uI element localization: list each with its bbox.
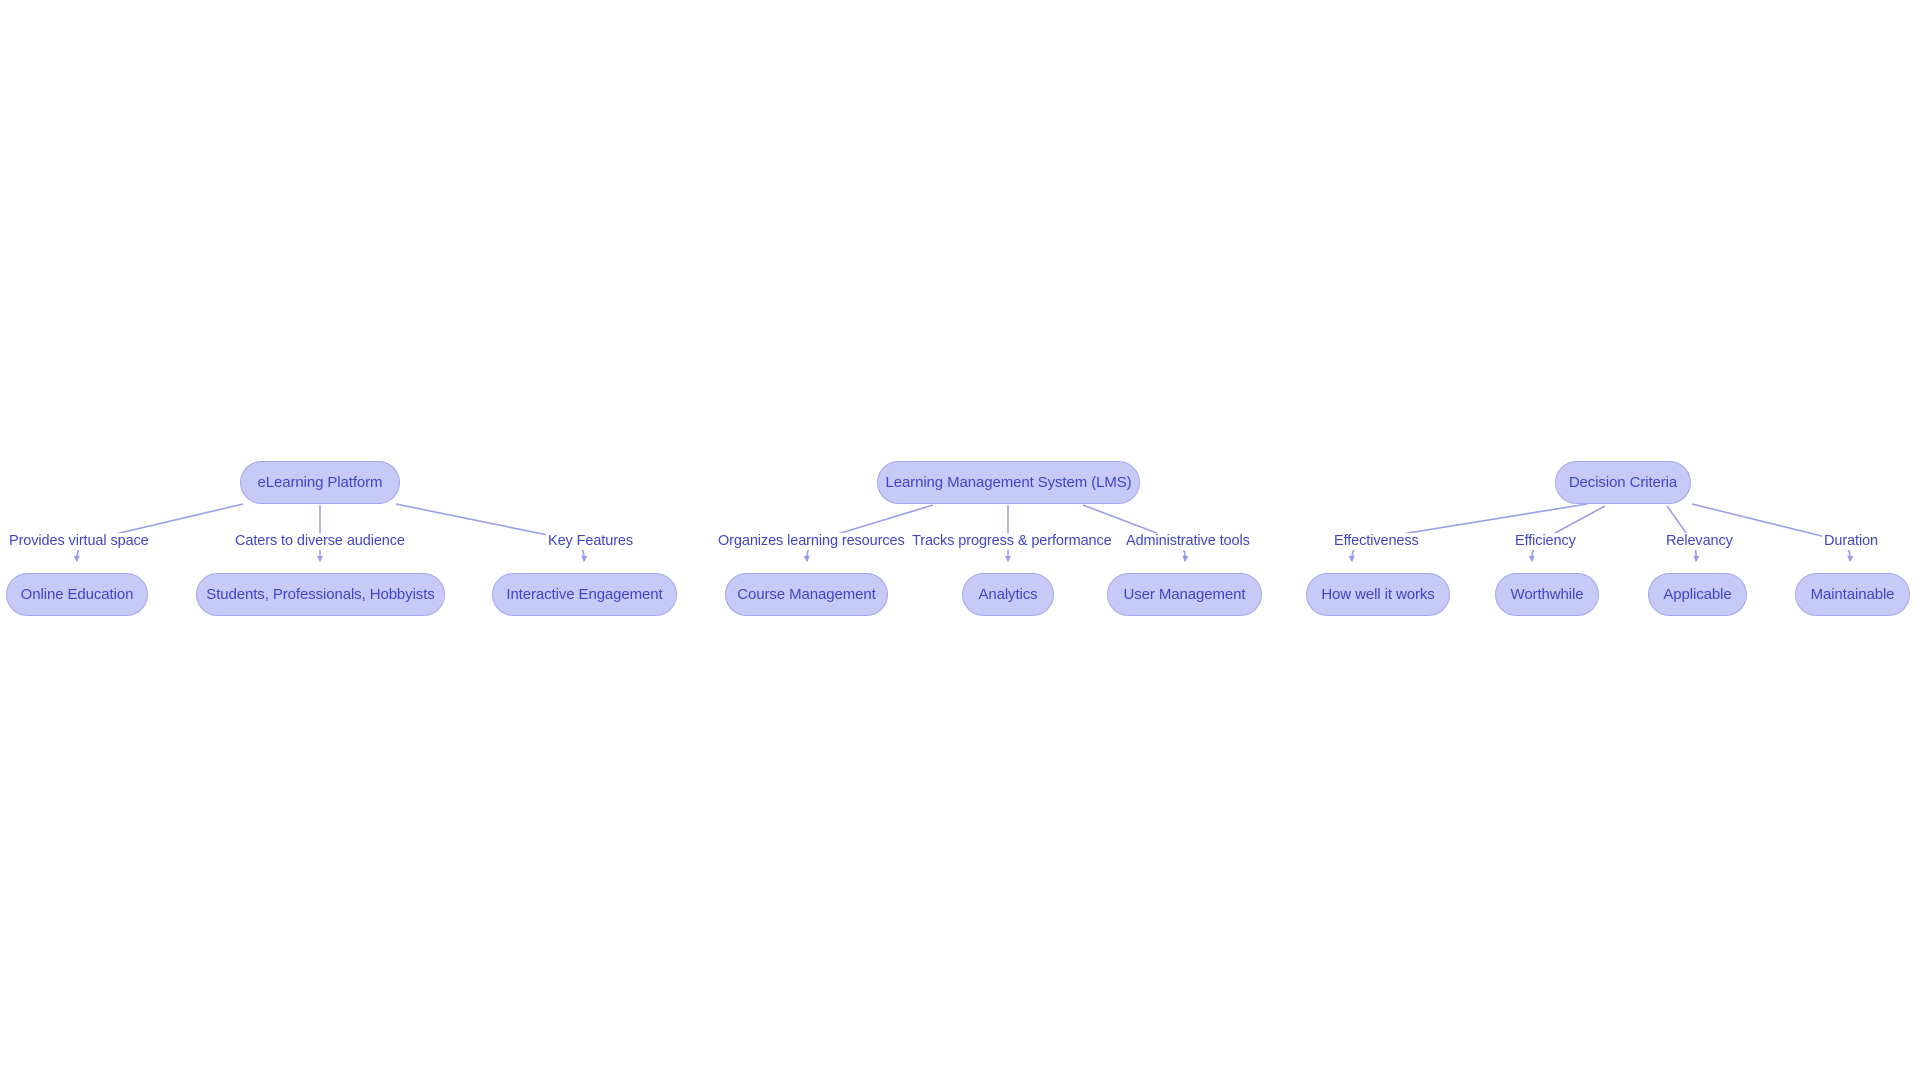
node-label: eLearning Platform <box>257 474 383 491</box>
node-decision-criteria[interactable]: Decision Criteria <box>1555 461 1691 504</box>
node-label: Online Education <box>20 586 134 603</box>
edge-label-administrative-tools: Administrative tools <box>1124 533 1252 550</box>
node-course-management[interactable]: Course Management <box>725 573 888 616</box>
node-label: Worthwhile <box>1510 586 1584 603</box>
node-label: How well it works <box>1321 586 1435 603</box>
node-label: Learning Management System (LMS) <box>885 474 1132 491</box>
node-label: Course Management <box>737 586 876 603</box>
edge-label-caters-to-diverse-audience: Caters to diverse audience <box>233 533 407 550</box>
edge-label-relevancy: Relevancy <box>1664 533 1735 550</box>
edge-label-tracks-progress-performance: Tracks progress & performance <box>910 533 1114 550</box>
edge-label-duration: Duration <box>1822 533 1881 550</box>
node-how-well-it-works[interactable]: How well it works <box>1306 573 1450 616</box>
node-label: Decision Criteria <box>1568 474 1678 491</box>
node-label: User Management <box>1123 586 1246 603</box>
node-label: Interactive Engagement <box>506 586 663 603</box>
node-user-management[interactable]: User Management <box>1107 573 1262 616</box>
node-label: Students, Professionals, Hobbyists <box>206 586 435 603</box>
edge-label-organizes-learning-resources: Organizes learning resources <box>716 533 907 550</box>
edge-label-provides-virtual-space: Provides virtual space <box>7 533 151 550</box>
edge-label-effectiveness: Effectiveness <box>1332 533 1421 550</box>
node-label: Maintainable <box>1810 586 1895 603</box>
flowchart-canvas: eLearning Platform Provides virtual spac… <box>0 0 1920 1080</box>
node-analytics[interactable]: Analytics <box>962 573 1054 616</box>
node-interactive-engagement[interactable]: Interactive Engagement <box>492 573 677 616</box>
node-learning-management-system[interactable]: Learning Management System (LMS) <box>877 461 1140 504</box>
node-worthwhile[interactable]: Worthwhile <box>1495 573 1599 616</box>
node-label: Analytics <box>978 586 1038 603</box>
node-elearning-platform[interactable]: eLearning Platform <box>240 461 400 504</box>
node-applicable[interactable]: Applicable <box>1648 573 1747 616</box>
node-maintainable[interactable]: Maintainable <box>1795 573 1910 616</box>
node-students-professionals-hobbyists[interactable]: Students, Professionals, Hobbyists <box>196 573 445 616</box>
edge-label-key-features: Key Features <box>546 533 636 550</box>
edge-label-efficiency: Efficiency <box>1513 533 1578 550</box>
node-label: Applicable <box>1663 586 1732 603</box>
node-online-education[interactable]: Online Education <box>6 573 148 616</box>
